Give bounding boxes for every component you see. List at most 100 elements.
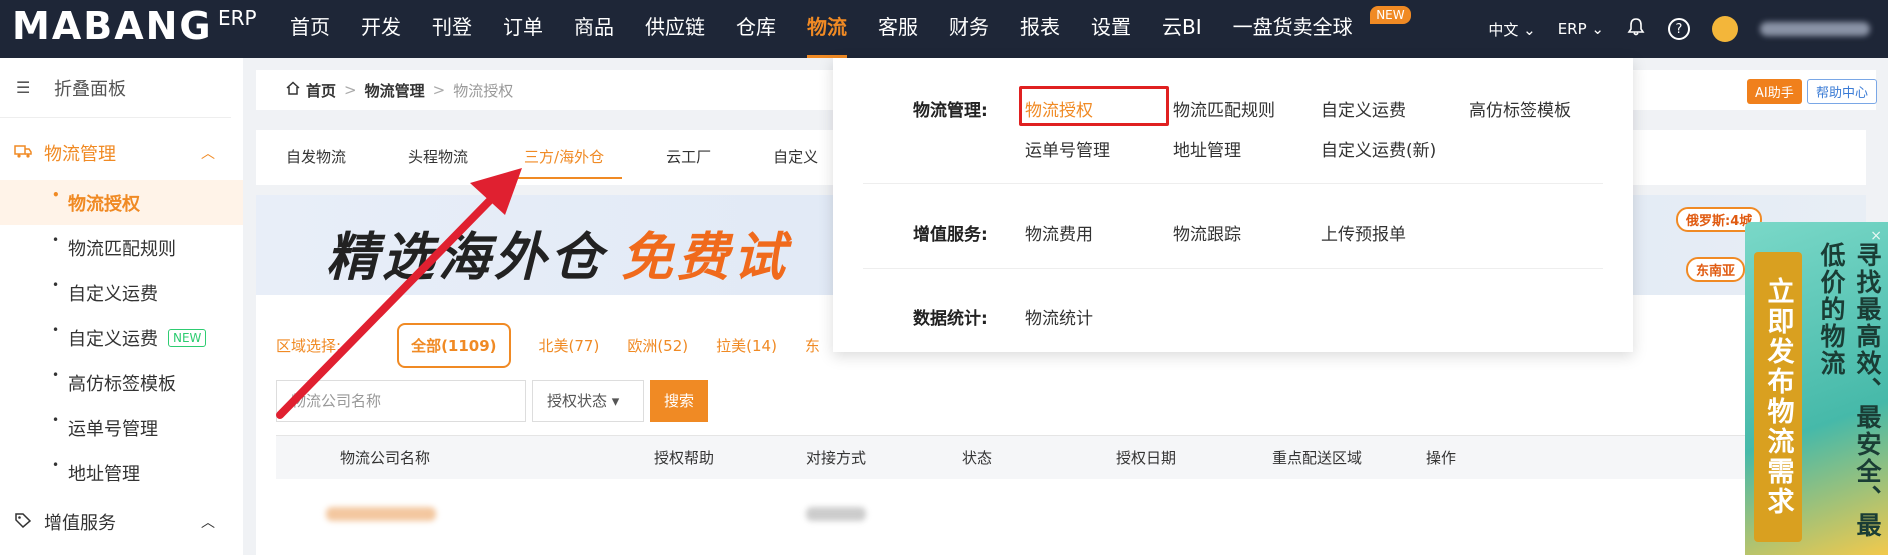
sidebar-item-custom-freight[interactable]: 自定义运费 xyxy=(0,270,243,315)
nav-item-finance[interactable]: 财务 xyxy=(949,0,989,58)
fold-panel-label: 折叠面板 xyxy=(54,78,126,100)
region-option-all[interactable]: 全部(1109) xyxy=(397,323,511,368)
home-icon[interactable] xyxy=(286,81,300,99)
dropdown-label-data-stats: 数据统计: xyxy=(913,309,988,329)
nav-item-logistics[interactable]: 物流 xyxy=(807,0,847,58)
region-option-latin-america[interactable]: 拉美(14) xyxy=(716,335,777,356)
company-name-input[interactable]: 物流公司名称 xyxy=(276,380,526,422)
dropdown-link-logistics-fee[interactable]: 物流费用 xyxy=(1025,220,1093,245)
nav-item-cloud-bi[interactable]: 云BI xyxy=(1162,0,1202,58)
table-header: 物流公司名称 授权帮助 对接方式 状态 授权日期 重点配送区域 操作 xyxy=(276,435,1746,479)
sidebar-group-value-added[interactable]: 增值服务 ︿ xyxy=(0,495,243,549)
dropdown-link-address[interactable]: 地址管理 xyxy=(1173,136,1241,161)
brand-sub: ERP xyxy=(218,6,257,30)
region-filter: 区域选择: 全部(1109) 北美(77) 欧洲(52) 拉美(14) 东 xyxy=(276,323,848,368)
tab-cloud-factory[interactable]: 云工厂 xyxy=(666,130,711,185)
tab-first-leg[interactable]: 头程物流 xyxy=(408,130,468,185)
sidebar-item-label: 高仿标签模板 xyxy=(68,373,176,395)
region-option-north-america[interactable]: 北美(77) xyxy=(539,335,600,356)
th-status: 状态 xyxy=(962,449,993,467)
nav-item-listing[interactable]: 刊登 xyxy=(432,0,472,58)
dropdown-link-logistics-auth[interactable]: 物流授权 xyxy=(1025,96,1093,121)
nav-item-global-label: 一盘货卖全球 xyxy=(1232,15,1353,39)
dropdown-link-upload-forecast[interactable]: 上传预报单 xyxy=(1321,220,1406,245)
top-right-tools: 中文 ⌄ ERP ⌄ ? xyxy=(1466,0,1870,58)
sidebar-item-logistics-auth[interactable]: 物流授权 xyxy=(0,180,243,225)
sidebar-item-label: 物流匹配规则 xyxy=(68,238,176,260)
sidebar-item-waybill[interactable]: 运单号管理 xyxy=(0,405,243,450)
dropdown-divider xyxy=(863,183,1603,184)
dropdown-link-waybill[interactable]: 运单号管理 xyxy=(1025,136,1110,161)
logistics-dropdown-menu: 物流管理: 物流授权 物流匹配规则 自定义运费 高仿标签模板 运单号管理 地址管… xyxy=(833,58,1633,352)
nav-item-global[interactable]: 一盘货卖全球 NEW xyxy=(1232,0,1411,58)
erp-selector[interactable]: ERP ⌄ xyxy=(1558,20,1604,38)
sidebar-item-custom-freight-new[interactable]: 自定义运费 NEW xyxy=(0,315,243,360)
nav-item-warehouse[interactable]: 仓库 xyxy=(736,0,776,58)
user-name-blurred[interactable] xyxy=(1760,22,1870,36)
help-icon[interactable]: ? xyxy=(1668,18,1690,40)
breadcrumb-current: 物流授权 xyxy=(453,81,514,100)
tab-custom[interactable]: 自定义 xyxy=(773,130,818,185)
region-option-europe[interactable]: 欧洲(52) xyxy=(627,335,688,356)
sidebar-item-match-rules[interactable]: 物流匹配规则 xyxy=(0,225,243,270)
banner-map-tag-sea: 东南亚 xyxy=(1686,257,1746,282)
sidebar-group-logistics[interactable]: 物流管理 ︿ xyxy=(0,126,243,180)
dropdown-link-logistics-stats[interactable]: 物流统计 xyxy=(1025,304,1093,329)
region-label: 区域选择: xyxy=(276,337,342,355)
nav-item-supply-chain[interactable]: 供应链 xyxy=(645,0,705,58)
main-nav: 首页 开发 刊登 订单 商品 供应链 仓库 物流 客服 财务 报表 设置 云BI… xyxy=(290,0,1411,58)
nav-item-home[interactable]: 首页 xyxy=(290,0,330,58)
th-company-name: 物流公司名称 xyxy=(340,449,431,467)
side-ad[interactable]: 立即发布物流需求 寻找最高效、最安全、最低价的物流 × xyxy=(1745,222,1888,555)
breadcrumb-mid[interactable]: 物流管理 xyxy=(365,80,425,101)
brand-logo[interactable]: MABANG xyxy=(12,4,213,48)
sidebar-item-address[interactable]: 地址管理 xyxy=(0,450,243,495)
ad-slogan: 寻找最高效、最安全、最低价的物流 xyxy=(1817,242,1882,539)
nav-item-orders[interactable]: 订单 xyxy=(503,0,543,58)
dropdown-link-tracking[interactable]: 物流跟踪 xyxy=(1173,220,1241,245)
sidebar-group-value-added-label: 增值服务 xyxy=(44,513,116,534)
sidebar-group-logistics-label: 物流管理 xyxy=(44,144,116,165)
table-row-company-blurred xyxy=(326,507,436,521)
new-badge: NEW xyxy=(1370,6,1411,24)
new-badge: NEW xyxy=(168,328,207,347)
fold-panel-toggle[interactable]: ☰ 折叠面板 xyxy=(0,58,231,118)
language-selector[interactable]: 中文 ⌄ xyxy=(1488,19,1535,40)
menu-fold-icon: ☰ xyxy=(16,78,31,97)
sidebar-item-label: 自定义运费 xyxy=(68,328,158,350)
sidebar-item-label: 运单号管理 xyxy=(68,418,158,440)
tab-third-party-warehouse[interactable]: 三方/海外仓 xyxy=(512,130,623,185)
nav-item-service[interactable]: 客服 xyxy=(878,0,918,58)
ai-assistant-button[interactable]: AI助手 xyxy=(1747,79,1802,104)
help-center-button[interactable]: 帮助中心 xyxy=(1807,79,1878,104)
dropdown-link-custom-freight[interactable]: 自定义运费 xyxy=(1321,96,1406,121)
banner-title-main: 精选海外仓 xyxy=(326,228,607,288)
table-row-connection-blurred xyxy=(806,507,866,521)
search-button[interactable]: 搜索 xyxy=(650,380,709,422)
dropdown-link-match-rules[interactable]: 物流匹配规则 xyxy=(1173,96,1275,121)
auth-status-select[interactable]: 授权状态 ▾ xyxy=(532,380,644,422)
truck-icon xyxy=(14,143,32,164)
breadcrumb-separator: > xyxy=(432,81,446,99)
region-option-more[interactable]: 东 xyxy=(805,335,820,356)
sidebar-item-label: 自定义运费 xyxy=(68,283,158,305)
bell-icon[interactable] xyxy=(1626,17,1646,41)
sidebar-item-label-template[interactable]: 高仿标签模板 xyxy=(0,360,243,405)
close-icon[interactable]: × xyxy=(1870,228,1882,244)
th-connection: 对接方式 xyxy=(806,449,867,467)
nav-item-settings[interactable]: 设置 xyxy=(1091,0,1131,58)
top-navbar: MABANG ERP 首页 开发 刊登 订单 商品 供应链 仓库 物流 客服 财… xyxy=(0,0,1888,58)
tab-self-logistics[interactable]: 自发物流 xyxy=(286,130,346,185)
dropdown-label-value-added: 增值服务: xyxy=(913,225,988,245)
nav-item-products[interactable]: 商品 xyxy=(574,0,614,58)
breadcrumb-home[interactable]: 首页 xyxy=(306,80,336,101)
dropdown-link-custom-freight-new[interactable]: 自定义运费(新) xyxy=(1321,136,1436,161)
sidebar: ☰ 折叠面板 物流管理 ︿ 物流授权 物流匹配规则 自定义运费 自定义运费 NEW… xyxy=(0,58,243,555)
ad-cta-strip[interactable]: 立即发布物流需求 xyxy=(1754,252,1802,542)
chevron-up-icon: ︿ xyxy=(201,146,215,162)
nav-item-reports[interactable]: 报表 xyxy=(1020,0,1060,58)
th-auth-help: 授权帮助 xyxy=(654,449,715,467)
dropdown-link-label-template[interactable]: 高仿标签模板 xyxy=(1469,96,1571,121)
avatar[interactable] xyxy=(1712,16,1738,42)
nav-item-develop[interactable]: 开发 xyxy=(361,0,401,58)
